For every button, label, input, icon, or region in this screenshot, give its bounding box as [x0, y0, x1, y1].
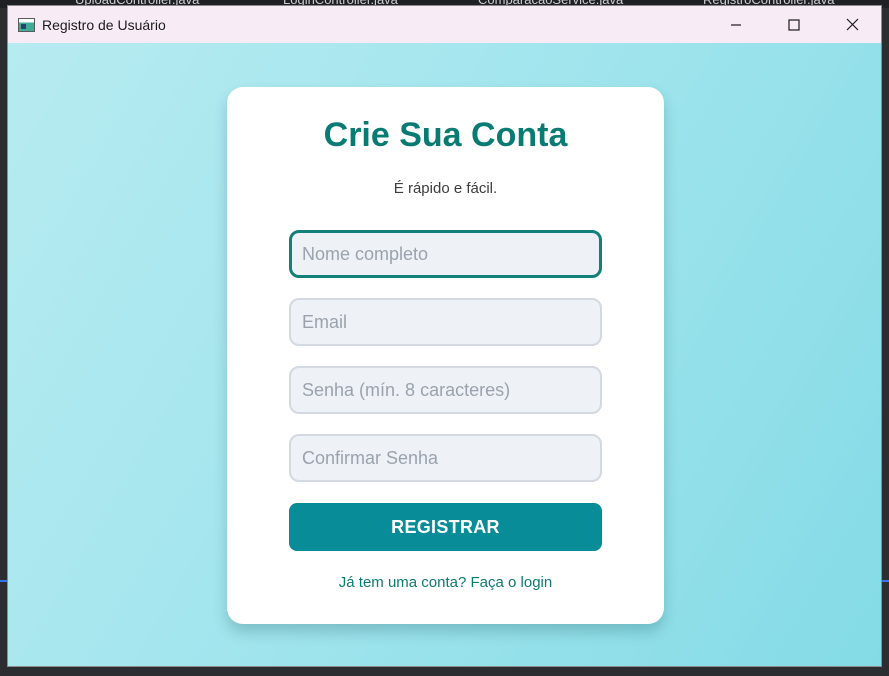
- window-controls: [707, 6, 881, 43]
- page-subtitle: É rápido e fácil.: [393, 180, 498, 197]
- registration-window: Registro de Usuário Crie Sua Conta É ráp…: [7, 5, 882, 667]
- maximize-button[interactable]: [765, 6, 823, 43]
- confirm-password-input[interactable]: [289, 434, 602, 482]
- app-window-icon: [18, 17, 35, 32]
- minimize-icon: [731, 23, 741, 26]
- ide-divider: [881, 580, 889, 582]
- register-card: Crie Sua Conta É rápido e fácil. REGISTR…: [227, 87, 664, 624]
- title-bar[interactable]: Registro de Usuário: [8, 6, 881, 43]
- password-input[interactable]: [289, 366, 602, 414]
- close-icon: [846, 18, 858, 31]
- page-title: Crie Sua Conta: [323, 116, 568, 154]
- register-button[interactable]: REGISTRAR: [289, 503, 602, 551]
- login-link[interactable]: Já tem uma conta? Faça o login: [227, 574, 664, 591]
- full-name-input[interactable]: [289, 230, 602, 278]
- window-content: Crie Sua Conta É rápido e fácil. REGISTR…: [8, 43, 881, 666]
- maximize-icon: [788, 18, 800, 31]
- window-title: Registro de Usuário: [42, 16, 166, 33]
- email-input[interactable]: [289, 298, 602, 346]
- close-button[interactable]: [823, 6, 881, 43]
- minimize-button[interactable]: [707, 6, 765, 43]
